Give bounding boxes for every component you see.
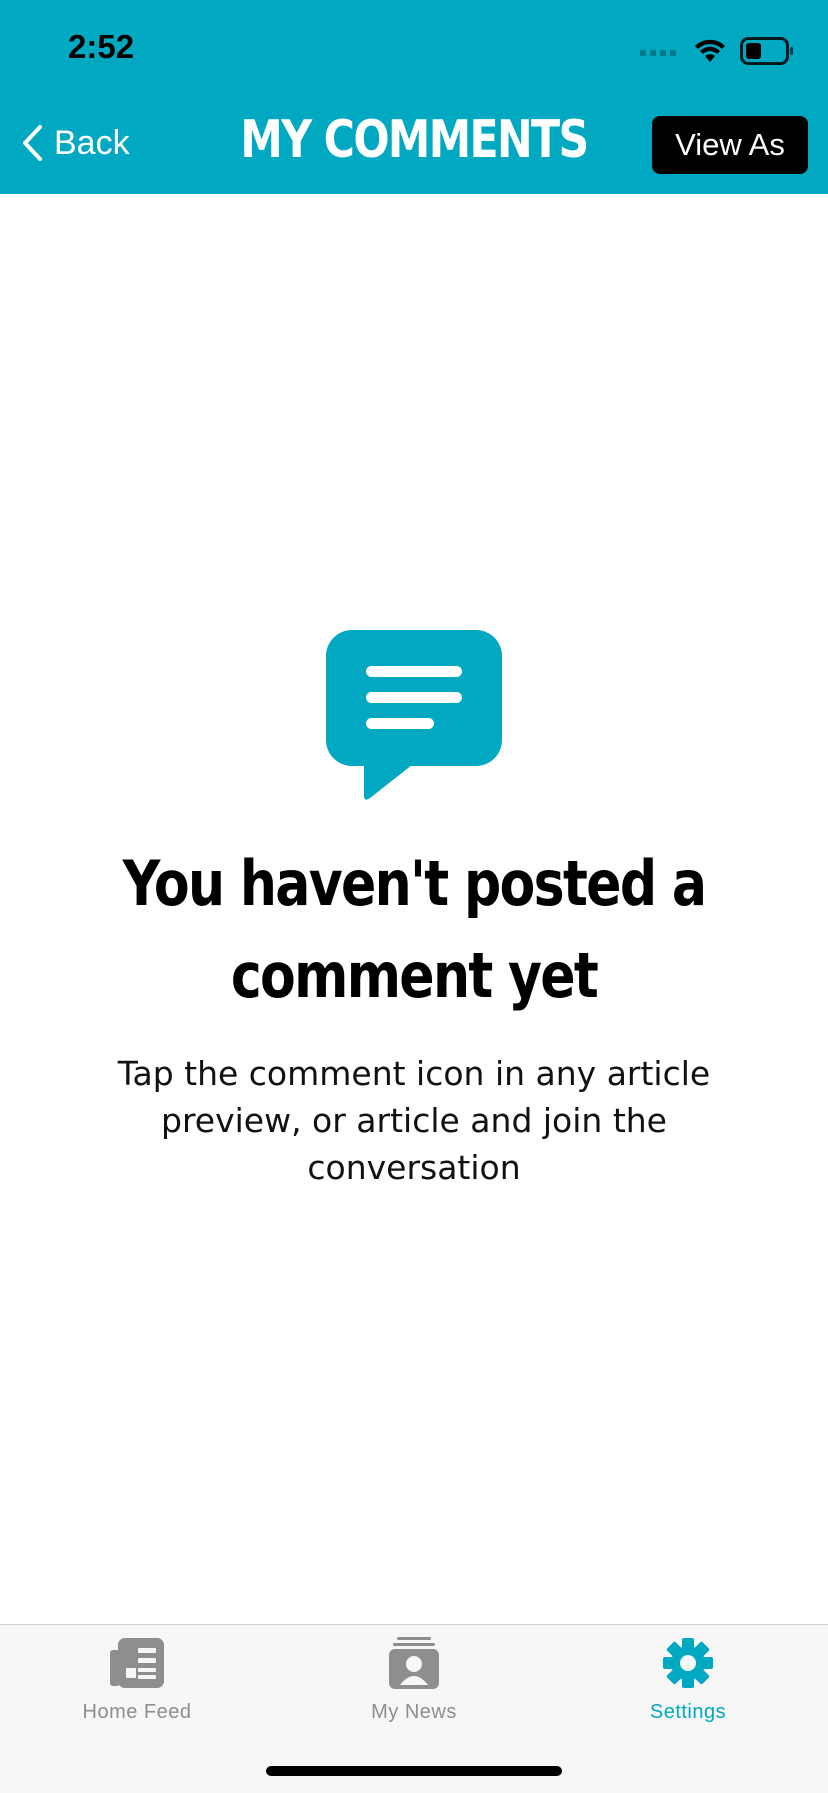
status-icons [640, 34, 794, 68]
empty-state-title: You haven't posted a comment yet [60, 838, 768, 1022]
status-time: 2:52 [68, 28, 135, 65]
wifi-icon [695, 39, 725, 62]
empty-state-message: Tap the comment icon in any article prev… [117, 1054, 711, 1187]
chevron-left-icon [23, 125, 42, 161]
contact-card-icon [386, 1635, 442, 1691]
tab-home-feed[interactable]: Home Feed [37, 1635, 237, 1735]
gear-icon [660, 1635, 716, 1691]
tab-label: My News [371, 1701, 457, 1723]
tab-settings[interactable]: Settings [588, 1635, 788, 1735]
tab-label: Settings [649, 1701, 727, 1723]
tab-label: Home Feed [82, 1701, 192, 1723]
battery-icon [740, 37, 793, 65]
top-bar: 2:52 Back MY COMMENTS View As [0, 0, 828, 194]
home-indicator [266, 1766, 562, 1776]
empty-state-title-text: You haven't posted a comment yet [122, 847, 707, 1012]
comment-bubble-icon [326, 630, 502, 800]
cellular-signal-icon [640, 50, 676, 56]
tab-my-news[interactable]: My News [314, 1635, 514, 1735]
view-as-button[interactable]: View As [652, 116, 808, 174]
newspaper-icon [109, 1635, 165, 1691]
